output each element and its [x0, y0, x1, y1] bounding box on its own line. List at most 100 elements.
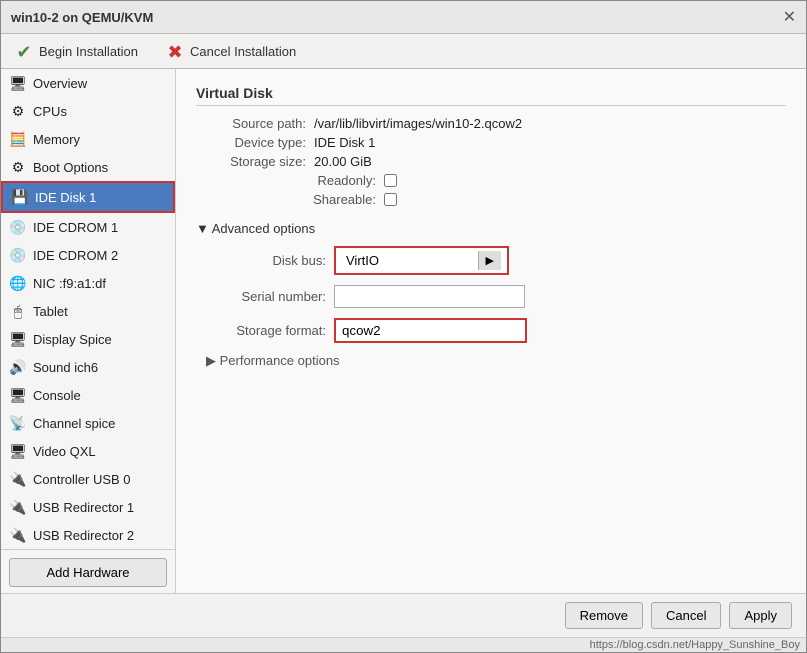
sidebar-item-channel-spice[interactable]: 📡 Channel spice — [1, 409, 175, 437]
usb-redir-1-icon: 🔌 — [9, 498, 27, 516]
sidebar-item-memory-label: Memory — [33, 132, 80, 147]
ide-cdrom-1-icon: 💿 — [9, 218, 27, 236]
shareable-label: Shareable: — [306, 192, 376, 207]
sidebar-item-console-label: Console — [33, 388, 81, 403]
device-type-row: Device type: IDE Disk 1 — [196, 135, 786, 150]
memory-icon: 🧮 — [9, 130, 27, 148]
device-type-value: IDE Disk 1 — [314, 135, 375, 150]
diskbus-select[interactable]: VirtIO ▶ — [334, 246, 509, 275]
sidebar-item-video-qxl-label: Video QXL — [33, 444, 96, 459]
ide-disk-1-icon: 💾 — [11, 188, 29, 206]
sidebar-item-usb-redirector-1[interactable]: 🔌 USB Redirector 1 — [1, 493, 175, 521]
storage-format-input[interactable] — [334, 318, 527, 343]
serial-number-input[interactable] — [334, 285, 525, 308]
sidebar-item-controller-usb-0-label: Controller USB 0 — [33, 472, 131, 487]
storage-size-row: Storage size: 20.00 GiB — [196, 154, 786, 169]
performance-options-label: ▶ Performance options — [206, 353, 340, 369]
serial-number-label: Serial number: — [206, 289, 326, 304]
sidebar-item-sound-ich6-label: Sound ich6 — [33, 360, 98, 375]
main-window: win10-2 on QEMU/KVM ✕ ✔ Begin Installati… — [0, 0, 807, 653]
url-bar: https://blog.csdn.net/Happy_Sunshine_Boy — [1, 637, 806, 652]
begin-installation-label: Begin Installation — [39, 44, 138, 59]
sidebar-item-overview-label: Overview — [33, 76, 87, 91]
sidebar-item-sound-ich6[interactable]: 🔊 Sound ich6 — [1, 353, 175, 381]
readonly-row: Readonly: — [306, 173, 786, 188]
sidebar-item-controller-usb-0[interactable]: 🔌 Controller USB 0 — [1, 465, 175, 493]
ide-cdrom-2-icon: 💿 — [9, 246, 27, 264]
sidebar-item-nic[interactable]: 🌐 NIC :f9:a1:df — [1, 269, 175, 297]
apply-button[interactable]: Apply — [729, 602, 792, 629]
sidebar-item-boot-options-label: Boot Options — [33, 160, 108, 175]
sidebar-item-ide-cdrom-1-label: IDE CDROM 1 — [33, 220, 118, 235]
display-spice-icon: 🖥 — [9, 330, 27, 348]
shareable-row: Shareable: — [306, 192, 786, 207]
main-panel: Virtual Disk Source path: /var/lib/libvi… — [176, 69, 806, 593]
diskbus-value: VirtIO — [342, 251, 478, 270]
diskbus-label: Disk bus: — [206, 253, 326, 268]
cpus-icon: ⚙ — [9, 102, 27, 120]
sidebar-item-ide-disk-1[interactable]: 💾 IDE Disk 1 — [1, 181, 175, 213]
channel-icon: 📡 — [9, 414, 27, 432]
sidebar-item-ide-cdrom-1[interactable]: 💿 IDE CDROM 1 — [1, 213, 175, 241]
sidebar-item-display-spice[interactable]: 🖥 Display Spice — [1, 325, 175, 353]
shareable-checkbox[interactable] — [384, 193, 397, 206]
sidebar-item-channel-spice-label: Channel spice — [33, 416, 115, 431]
cancel-button[interactable]: Cancel — [651, 602, 721, 629]
boot-options-icon: ⚙ — [9, 158, 27, 176]
sidebar-item-ide-disk-1-label: IDE Disk 1 — [35, 190, 96, 205]
performance-options-toggle[interactable]: ▶ Performance options — [206, 353, 786, 369]
source-path-row: Source path: /var/lib/libvirt/images/win… — [196, 116, 786, 131]
sidebar-item-overview[interactable]: 🖥 Overview — [1, 69, 175, 97]
sidebar-item-usb-redirector-1-label: USB Redirector 1 — [33, 500, 134, 515]
sidebar-item-video-qxl[interactable]: 🖥 Video QXL — [1, 437, 175, 465]
device-type-label: Device type: — [196, 135, 306, 150]
advanced-options-title[interactable]: ▼ Advanced options — [196, 221, 786, 236]
check-icon: ✔ — [15, 42, 33, 60]
sidebar-item-memory[interactable]: 🧮 Memory — [1, 125, 175, 153]
sound-icon: 🔊 — [9, 358, 27, 376]
storage-size-value: 20.00 GiB — [314, 154, 372, 169]
footer-buttons: Remove Cancel Apply — [1, 593, 806, 637]
sidebar-item-ide-cdrom-2[interactable]: 💿 IDE CDROM 2 — [1, 241, 175, 269]
sidebar-item-cpus-label: CPUs — [33, 104, 67, 119]
advanced-options-label: ▼ Advanced options — [196, 221, 315, 236]
storage-format-row: Storage format: — [206, 318, 786, 343]
sidebar-item-tablet-label: Tablet — [33, 304, 68, 319]
sidebar-item-usb-redirector-2[interactable]: 🔌 USB Redirector 2 — [1, 521, 175, 549]
advanced-options-section: ▼ Advanced options Disk bus: VirtIO ▶ Se… — [196, 221, 786, 369]
tablet-icon: 🖱 — [9, 302, 27, 320]
video-icon: 🖥 — [9, 442, 27, 460]
source-path-value: /var/lib/libvirt/images/win10-2.qcow2 — [314, 116, 522, 131]
source-path-label: Source path: — [196, 116, 306, 131]
storage-size-label: Storage size: — [196, 154, 306, 169]
nic-icon: 🌐 — [9, 274, 27, 292]
cancel-installation-button[interactable]: ✖ Cancel Installation — [162, 40, 300, 62]
sidebar-item-tablet[interactable]: 🖱 Tablet — [1, 297, 175, 325]
console-icon: 🖥 — [9, 386, 27, 404]
sidebar-items-list: 🖥 Overview ⚙ CPUs 🧮 Memory ⚙ Boot Option… — [1, 69, 175, 549]
sidebar-item-display-spice-label: Display Spice — [33, 332, 112, 347]
storage-format-label: Storage format: — [206, 323, 326, 338]
sidebar-footer: Add Hardware — [1, 549, 175, 593]
readonly-label: Readonly: — [306, 173, 376, 188]
add-hardware-button[interactable]: Add Hardware — [9, 558, 167, 587]
readonly-checkbox[interactable] — [384, 174, 397, 187]
sidebar-item-cpus[interactable]: ⚙ CPUs — [1, 97, 175, 125]
titlebar: win10-2 on QEMU/KVM ✕ — [1, 1, 806, 34]
virtual-disk-title: Virtual Disk — [196, 85, 786, 106]
sidebar-item-ide-cdrom-2-label: IDE CDROM 2 — [33, 248, 118, 263]
usb-controller-icon: 🔌 — [9, 470, 27, 488]
sidebar-item-nic-label: NIC :f9:a1:df — [33, 276, 106, 291]
toolbar: ✔ Begin Installation ✖ Cancel Installati… — [1, 34, 806, 69]
overview-icon: 🖥 — [9, 74, 27, 92]
remove-button[interactable]: Remove — [565, 602, 643, 629]
sidebar-item-console[interactable]: 🖥 Console — [1, 381, 175, 409]
close-button[interactable]: ✕ — [783, 7, 796, 27]
serial-number-row: Serial number: — [206, 285, 786, 308]
sidebar-item-usb-redirector-2-label: USB Redirector 2 — [33, 528, 134, 543]
diskbus-arrow-button[interactable]: ▶ — [478, 251, 501, 270]
begin-installation-button[interactable]: ✔ Begin Installation — [11, 40, 142, 62]
x-icon: ✖ — [166, 42, 184, 60]
sidebar-item-boot-options[interactable]: ⚙ Boot Options — [1, 153, 175, 181]
cancel-installation-label: Cancel Installation — [190, 44, 296, 59]
